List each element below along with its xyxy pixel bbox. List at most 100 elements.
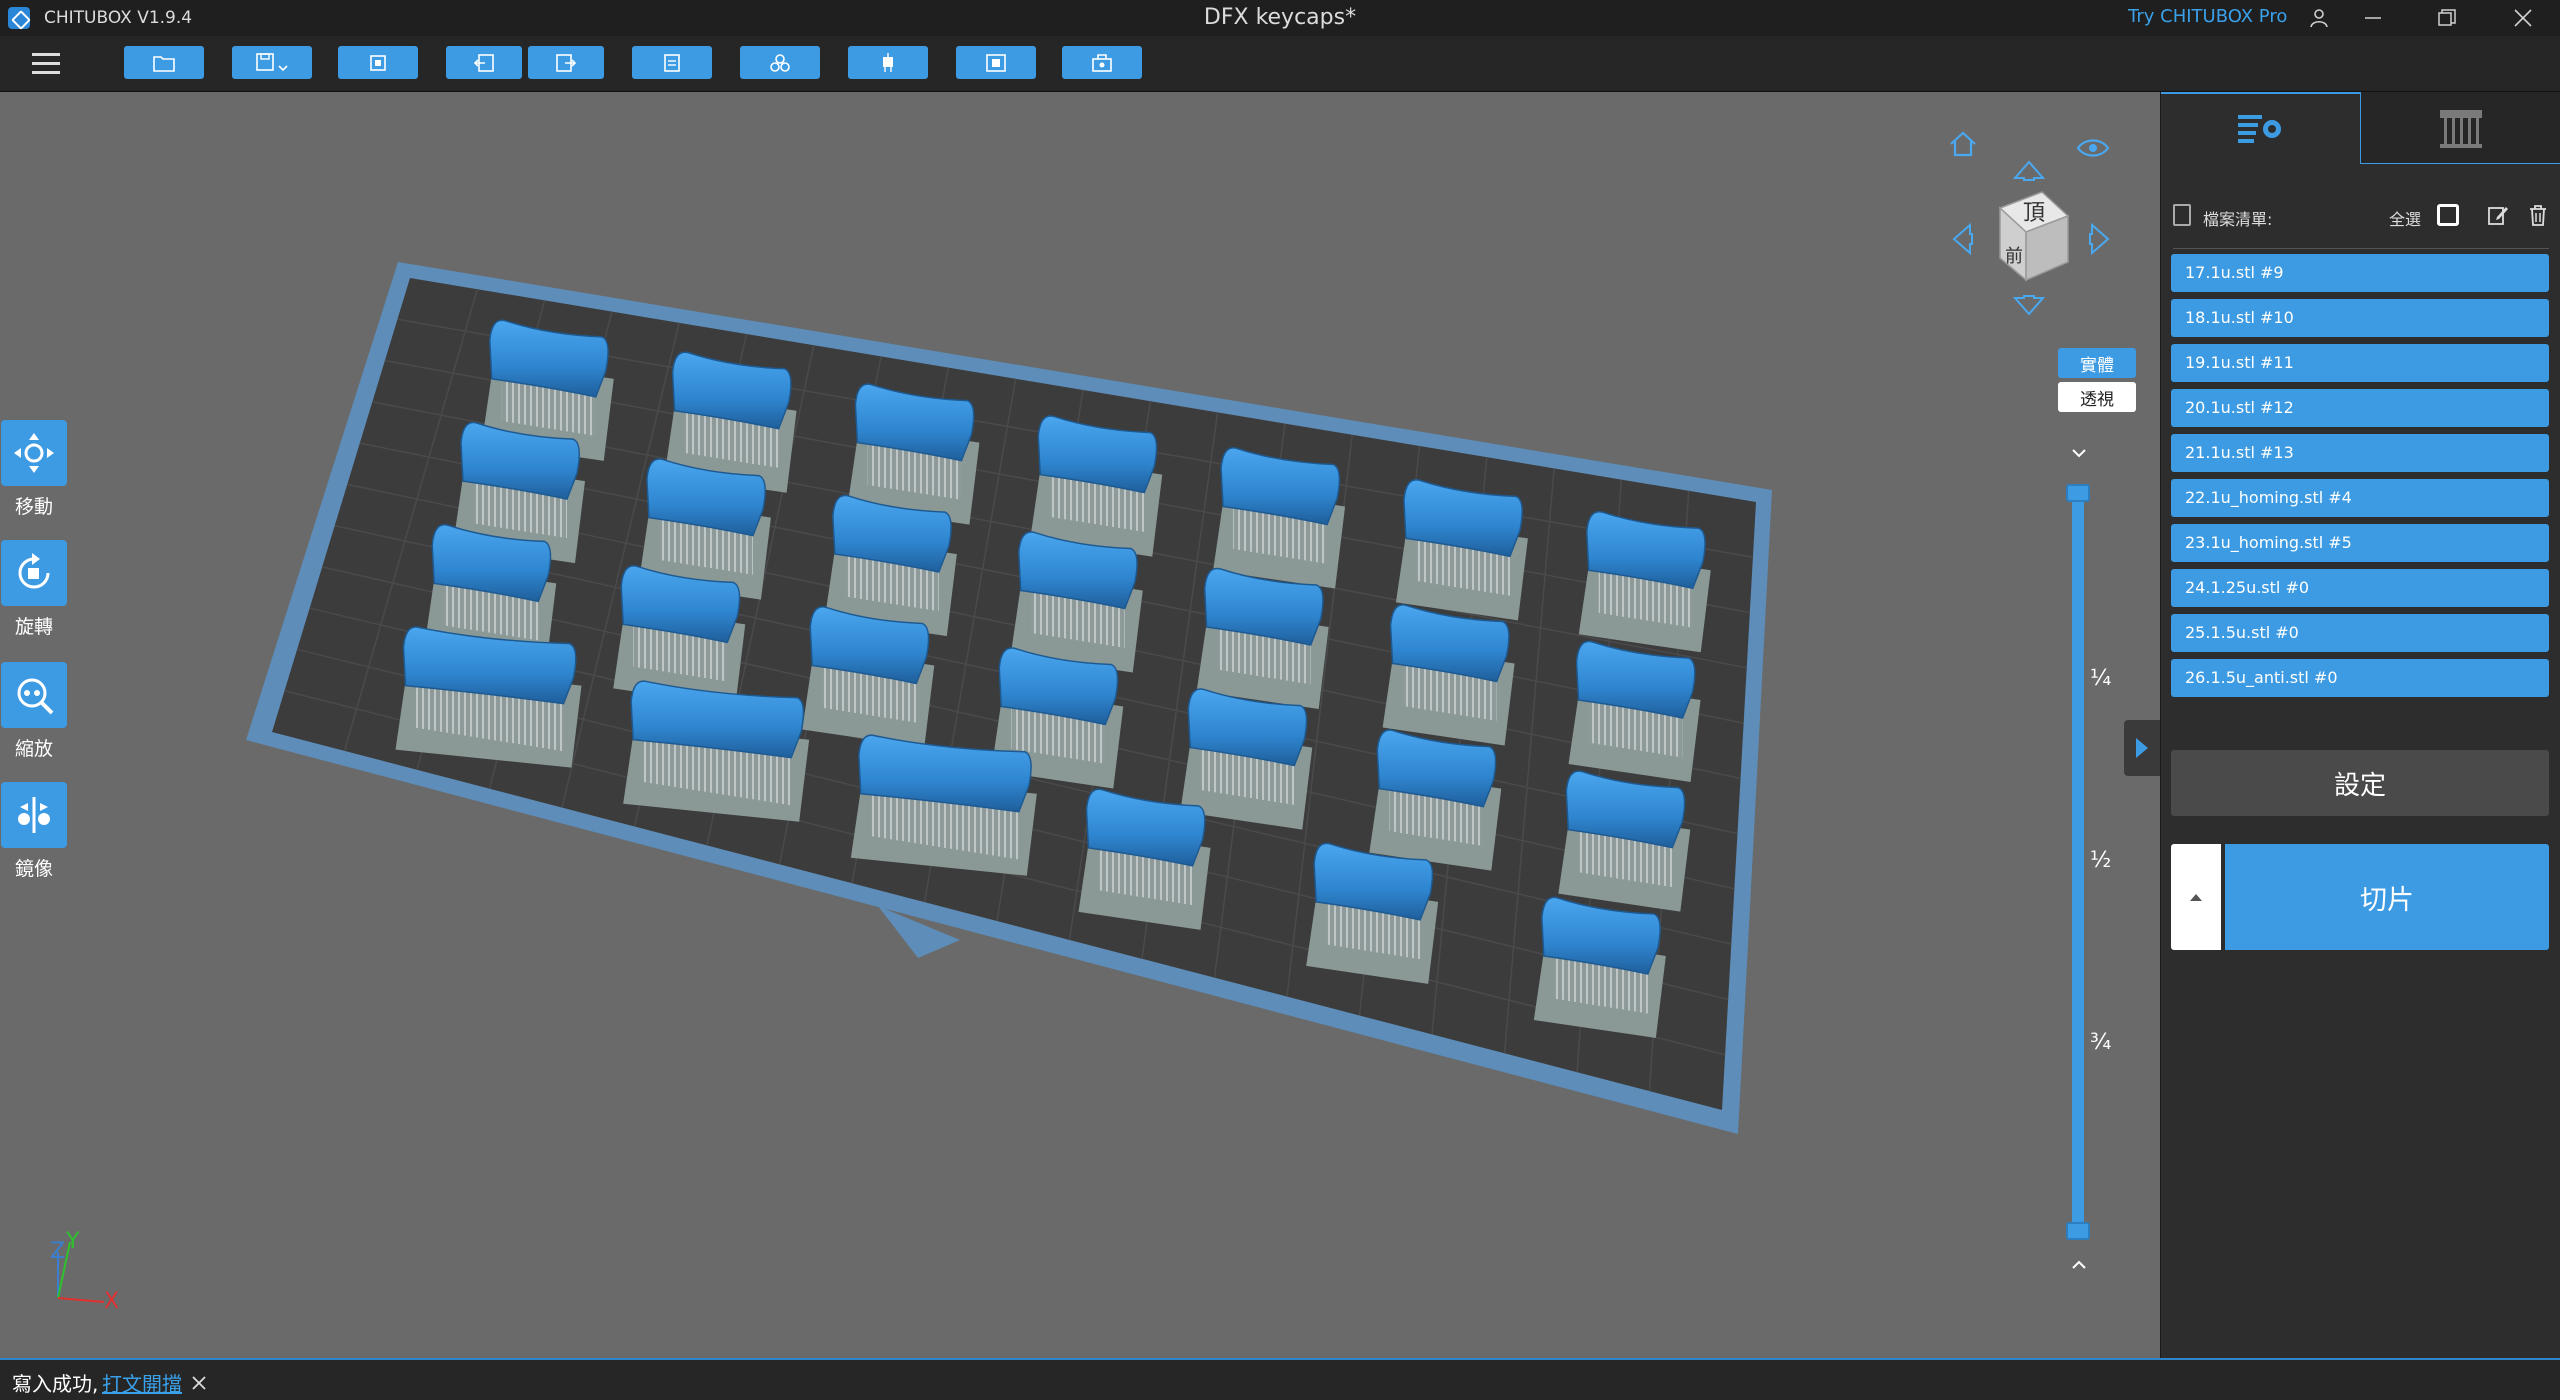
xray-view-button[interactable]: 透視 xyxy=(2058,382,2136,412)
keycap-model xyxy=(1578,510,1711,653)
close-button[interactable] xyxy=(2494,0,2552,36)
slice-button-group: 切片 xyxy=(2171,844,2549,950)
settings-button[interactable]: 設定 xyxy=(2171,750,2549,816)
file-list-item[interactable]: 18.1u.stl #10 xyxy=(2171,299,2549,337)
copy-button[interactable] xyxy=(632,46,712,79)
slider-down-chevron-icon[interactable] xyxy=(2070,444,2088,462)
app-name: CHITUBOX V1.9.4 xyxy=(44,8,193,28)
file-list-item[interactable]: 20.1u.stl #12 xyxy=(2171,389,2549,427)
rotate-label: 旋轉 xyxy=(14,616,53,638)
keycap-model xyxy=(1533,896,1666,1038)
keycap-model xyxy=(1010,531,1143,673)
title-bar: CHITUBOX V1.9.4 DFX keycaps* Try CHITUBO… xyxy=(0,0,2560,36)
scale-icon[interactable] xyxy=(1,662,67,728)
minimize-button[interactable] xyxy=(2344,0,2402,36)
file-list-item[interactable]: 25.1.5u.stl #0 xyxy=(2171,614,2549,652)
file-list-item[interactable]: 17.1u.stl #9 xyxy=(2171,254,2549,292)
keycap-model xyxy=(802,606,935,748)
file-list: 17.1u.stl #9 18.1u.stl #10 19.1u.stl #11… xyxy=(2171,254,2549,704)
keycap-model xyxy=(1213,447,1346,589)
mirror-tool[interactable]: 鏡像 xyxy=(0,782,68,881)
mirror-icon[interactable] xyxy=(1,782,67,848)
user-icon[interactable] xyxy=(2290,0,2348,36)
main-toolbar xyxy=(0,36,2560,92)
status-bar: 寫入成功, 打文開擋 xyxy=(0,1358,2560,1400)
move-tool[interactable]: 移動 xyxy=(0,420,68,519)
file-list-header: 檔案清單: 全選 xyxy=(2173,204,2549,229)
file-list-item[interactable]: 26.1.5u_anti.stl #0 xyxy=(2171,659,2549,697)
view-left-arrow-icon[interactable] xyxy=(1950,222,1974,263)
mirror-label: 鏡像 xyxy=(14,858,53,880)
view-right-arrow-icon[interactable] xyxy=(2088,222,2112,263)
view-up-arrow-icon[interactable] xyxy=(2012,158,2046,189)
layer-slider-top-handle[interactable] xyxy=(2066,484,2090,502)
cube-front-face-label: 前 xyxy=(2005,246,2023,267)
solid-view-button[interactable]: 實體 xyxy=(2058,348,2136,378)
rotate-icon[interactable] xyxy=(1,540,67,606)
undo-button[interactable] xyxy=(446,46,522,79)
tab-supports[interactable] xyxy=(2361,92,2560,164)
support-structure-icon xyxy=(2440,109,2482,148)
slider-up-chevron-icon[interactable] xyxy=(2070,1256,2088,1274)
axis-indicator: Z Y X xyxy=(50,1230,119,1310)
file-list-item[interactable]: 21.1u.stl #13 xyxy=(2171,434,2549,472)
hamburger-menu-icon[interactable] xyxy=(24,48,68,80)
keycap-model xyxy=(850,734,1037,876)
scale-label: 縮放 xyxy=(14,738,53,760)
select-all-checkbox[interactable] xyxy=(2437,204,2459,226)
file-list-item[interactable]: 19.1u.stl #11 xyxy=(2171,344,2549,382)
open-file-button[interactable] xyxy=(124,46,204,79)
move-icon[interactable] xyxy=(1,420,67,486)
keycap-model xyxy=(613,565,746,707)
arrange-button[interactable] xyxy=(740,46,820,79)
keycap-model xyxy=(1196,567,1329,710)
open-file-link[interactable]: 打文開擋 xyxy=(102,1368,182,1397)
edit-icon[interactable] xyxy=(2487,204,2509,226)
hollow-button[interactable] xyxy=(956,46,1036,79)
restore-button[interactable] xyxy=(2418,0,2476,36)
save-button[interactable] xyxy=(232,46,312,79)
panel-collapse-toggle[interactable] xyxy=(2124,720,2160,776)
eye-icon[interactable] xyxy=(2076,136,2110,166)
layer-slider-track[interactable] xyxy=(2072,492,2084,1232)
view-down-arrow-icon[interactable] xyxy=(2012,294,2046,325)
dig-hole-button[interactable] xyxy=(1062,46,1142,79)
tab-model-settings[interactable] xyxy=(2161,92,2361,164)
file-list-item[interactable]: 22.1u_homing.stl #4 xyxy=(2171,479,2549,517)
slider-mark-quarter: ¼ xyxy=(2090,666,2112,691)
axis-x-label: X xyxy=(104,1289,119,1310)
status-close-icon[interactable] xyxy=(190,1366,208,1398)
auto-layout-button[interactable] xyxy=(338,46,418,79)
try-pro-link[interactable]: Try CHITUBOX Pro xyxy=(2128,6,2287,27)
keycap-model xyxy=(395,626,582,768)
status-message: 寫入成功, xyxy=(12,1372,99,1396)
scale-tool[interactable]: 縮放 xyxy=(0,662,68,761)
slider-mark-three-quarter: ¾ xyxy=(2090,1030,2112,1055)
file-list-divider xyxy=(2173,248,2549,249)
keycap-model xyxy=(1568,640,1701,782)
home-view-icon[interactable] xyxy=(1948,130,1978,165)
keycap-model xyxy=(1369,729,1502,871)
file-list-item[interactable]: 23.1u_homing.stl #5 xyxy=(2171,524,2549,562)
support-button[interactable] xyxy=(848,46,928,79)
slider-mark-half: ½ xyxy=(2090,848,2112,873)
keycap-model xyxy=(1306,842,1439,984)
rotate-tool[interactable]: 旋轉 xyxy=(0,540,68,639)
chitubox-logo-icon xyxy=(8,7,30,29)
file-list-title: 檔案清單: xyxy=(2203,210,2273,229)
slice-button[interactable]: 切片 xyxy=(2225,844,2549,950)
move-label: 移動 xyxy=(14,496,53,518)
keycap-model xyxy=(1382,604,1515,746)
axis-y-label: Y xyxy=(65,1230,80,1254)
view-cube[interactable]: 頂 前 xyxy=(1990,188,2070,284)
layer-slider-bottom-handle[interactable] xyxy=(2066,1222,2090,1240)
axis-z-label: Z xyxy=(50,1239,65,1264)
3d-viewport[interactable] xyxy=(0,92,2160,1358)
build-plate-scene[interactable] xyxy=(0,92,2160,1358)
slice-options-button[interactable] xyxy=(2171,844,2221,950)
cube-top-face-label: 頂 xyxy=(2023,201,2045,226)
redo-button[interactable] xyxy=(528,46,604,79)
file-list-item[interactable]: 24.1.25u.stl #0 xyxy=(2171,569,2549,607)
trash-icon[interactable] xyxy=(2527,204,2549,226)
keycap-model xyxy=(1030,415,1163,557)
